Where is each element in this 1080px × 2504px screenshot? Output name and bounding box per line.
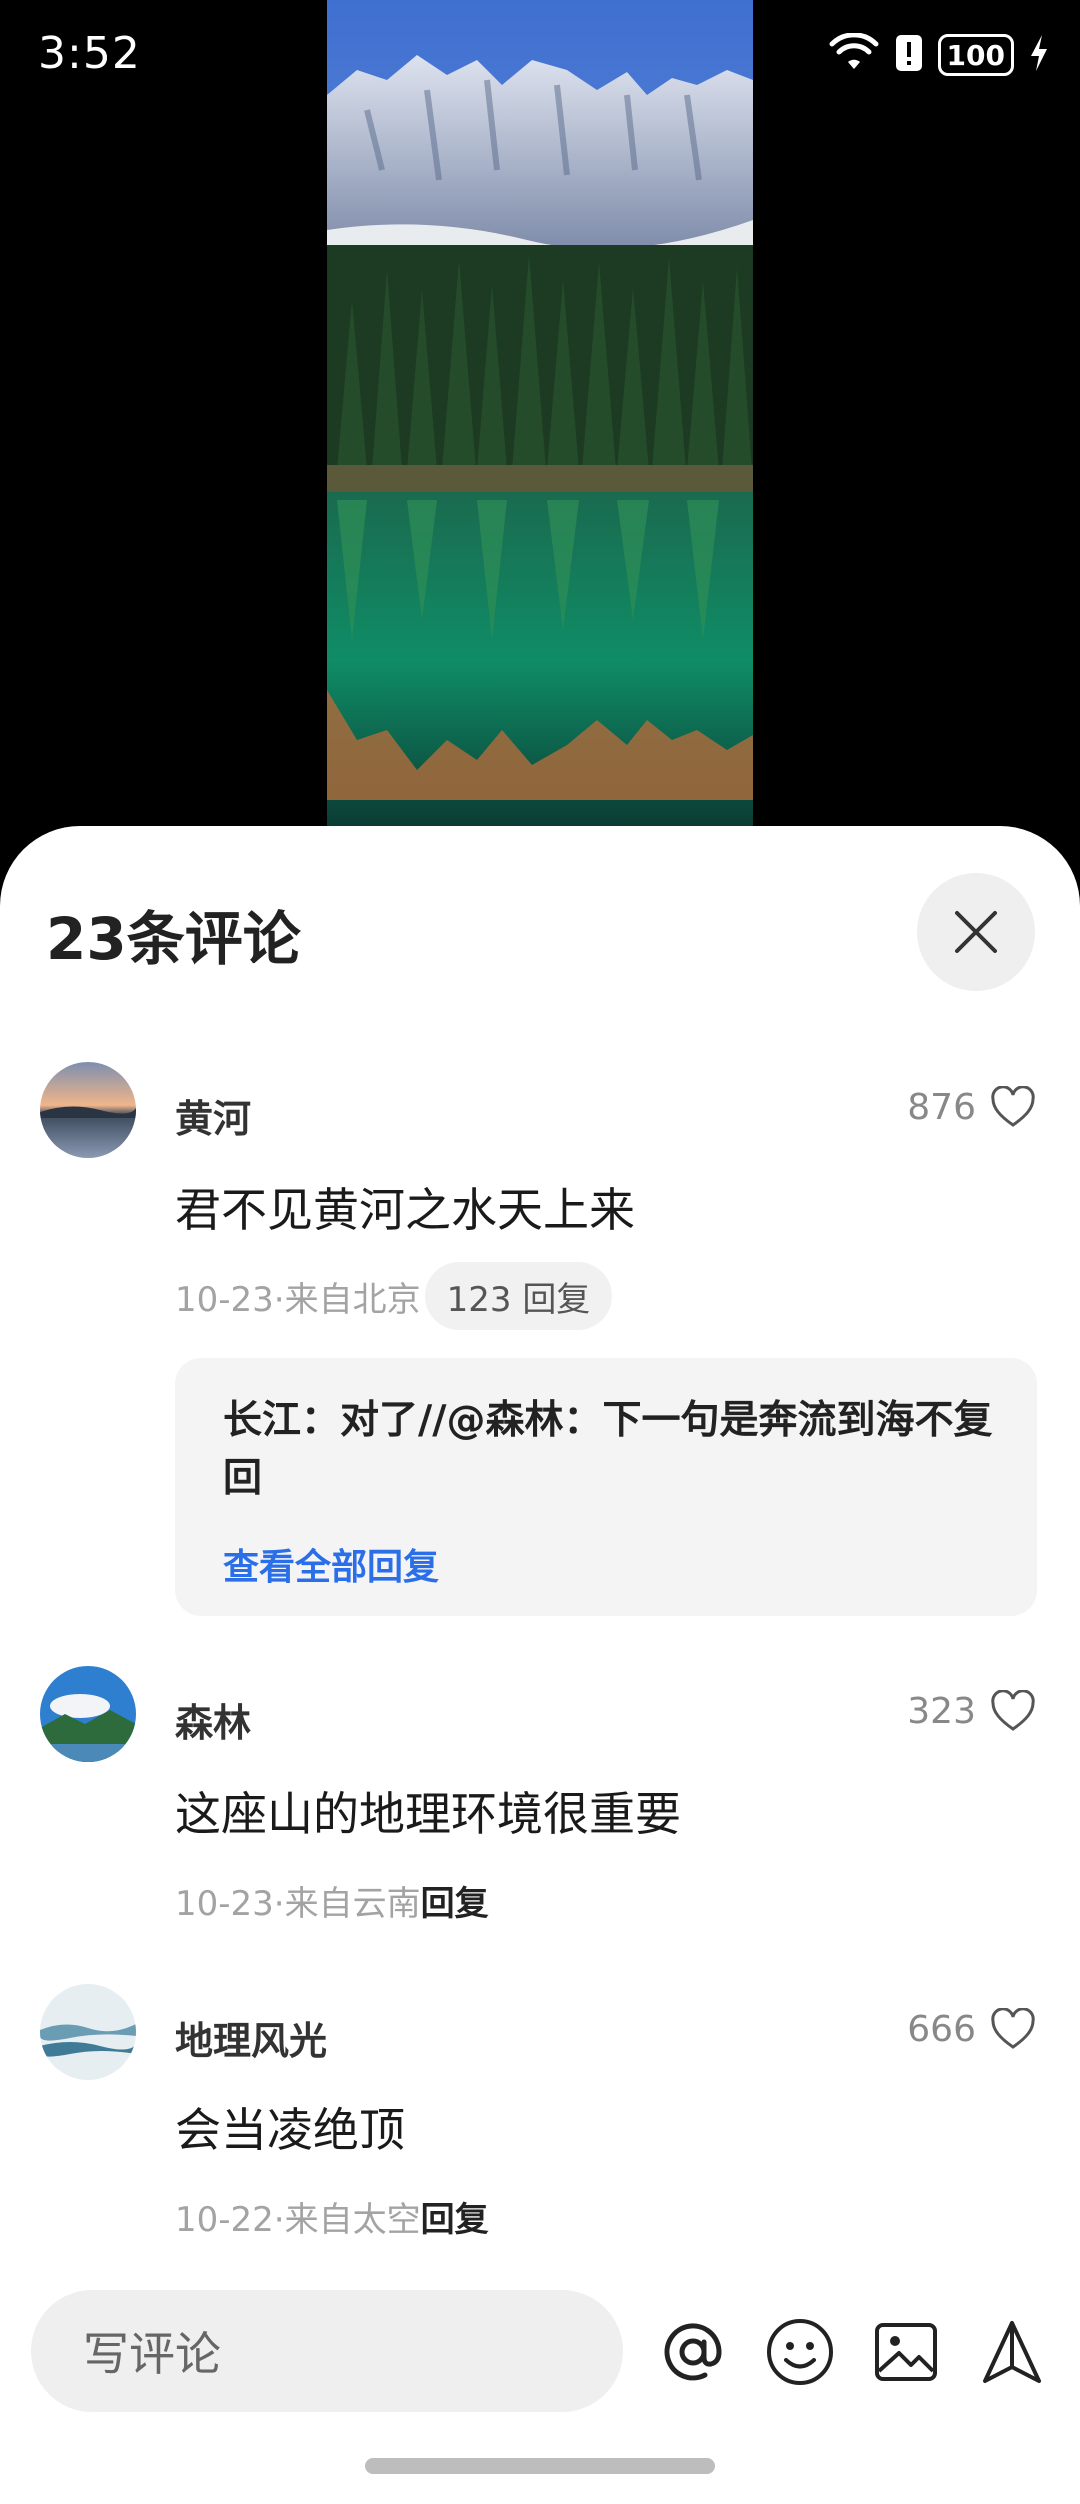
- comments-title: 23条评论: [46, 905, 301, 973]
- avatar[interactable]: [40, 1666, 136, 1762]
- like-button[interactable]: 666: [907, 2008, 1036, 2050]
- like-button[interactable]: 323: [907, 1690, 1036, 1732]
- comment-meta: 10-23·来自云南 回复: [175, 1876, 489, 1925]
- home-indicator[interactable]: [365, 2458, 715, 2474]
- mountain-cloud-avatar-icon: [40, 1666, 136, 1762]
- image-button[interactable]: [866, 2312, 946, 2392]
- mention-button[interactable]: [653, 2312, 733, 2392]
- like-count: 666: [907, 2008, 976, 2050]
- image-icon: [875, 2323, 937, 2381]
- like-count: 876: [907, 1086, 976, 1128]
- close-icon: [955, 911, 997, 953]
- comment-author[interactable]: 黄河: [175, 1088, 251, 1143]
- comment-input-placeholder: 写评论: [83, 2327, 221, 2381]
- comment-text: 君不见黄河之水天上来: [175, 1183, 635, 1237]
- comment-date-location: 10-23·来自云南: [175, 1884, 421, 1924]
- comment-input[interactable]: 写评论: [31, 2290, 623, 2412]
- emoji-button[interactable]: [760, 2312, 840, 2392]
- comment-date-location: 10-23·来自北京: [175, 1279, 421, 1320]
- send-button[interactable]: [972, 2312, 1052, 2392]
- sunset-lake-avatar-icon: [40, 1062, 136, 1158]
- at-icon: [664, 2323, 722, 2381]
- emoji-icon: [767, 2319, 833, 2385]
- avatar[interactable]: [40, 1062, 136, 1158]
- alert-icon: [894, 33, 924, 77]
- battery-icon: 100: [937, 34, 1014, 76]
- comment-text: 这座山的地理环境很重要: [175, 1787, 681, 1841]
- reply-button[interactable]: 回复: [421, 2192, 489, 2241]
- wifi-icon: [828, 32, 880, 77]
- like-button[interactable]: 876: [907, 1086, 1036, 1128]
- video-frame[interactable]: [327, 0, 753, 830]
- heart-icon: [991, 2008, 1035, 2049]
- close-button[interactable]: [917, 873, 1035, 991]
- heart-icon: [991, 1690, 1035, 1731]
- send-icon: [983, 2321, 1041, 2383]
- comment-author[interactable]: 地理风光: [175, 2010, 327, 2065]
- sub-reply-text: 长江：对了//@森林：下一句是奔流到海不复回: [223, 1398, 993, 1501]
- reply-button[interactable]: 回复: [421, 1876, 489, 1925]
- like-count: 323: [907, 1690, 976, 1732]
- landscape-image: [327, 0, 753, 830]
- avatar[interactable]: [40, 1984, 136, 2080]
- comments-sheet: 23条评论 黄河 876 君不见黄河之水天上来 10-23·来自北京 123 回…: [0, 826, 1080, 2504]
- sub-reply-box: 长江：对了//@森林：下一句是奔流到海不复回 查看全部回复: [175, 1358, 1037, 1616]
- comment-meta: 10-22·来自太空 回复: [175, 2192, 489, 2241]
- misty-mountain-avatar-icon: [40, 1984, 136, 2080]
- reply-count-button[interactable]: 123 回复: [424, 1262, 613, 1330]
- comment-text: 会当凌绝顶: [175, 2103, 405, 2157]
- charging-icon: [1028, 33, 1050, 77]
- comment-meta: 10-23·来自北京 123 回复: [175, 1262, 613, 1330]
- comment-author[interactable]: 森林: [175, 1692, 251, 1747]
- status-time: 3:52: [38, 28, 141, 79]
- status-icons: 100: [828, 30, 1050, 80]
- view-all-replies-link[interactable]: 查看全部回复: [223, 1538, 439, 1590]
- comment-date-location: 10-22·来自太空: [175, 2200, 421, 2240]
- heart-icon: [991, 1086, 1035, 1127]
